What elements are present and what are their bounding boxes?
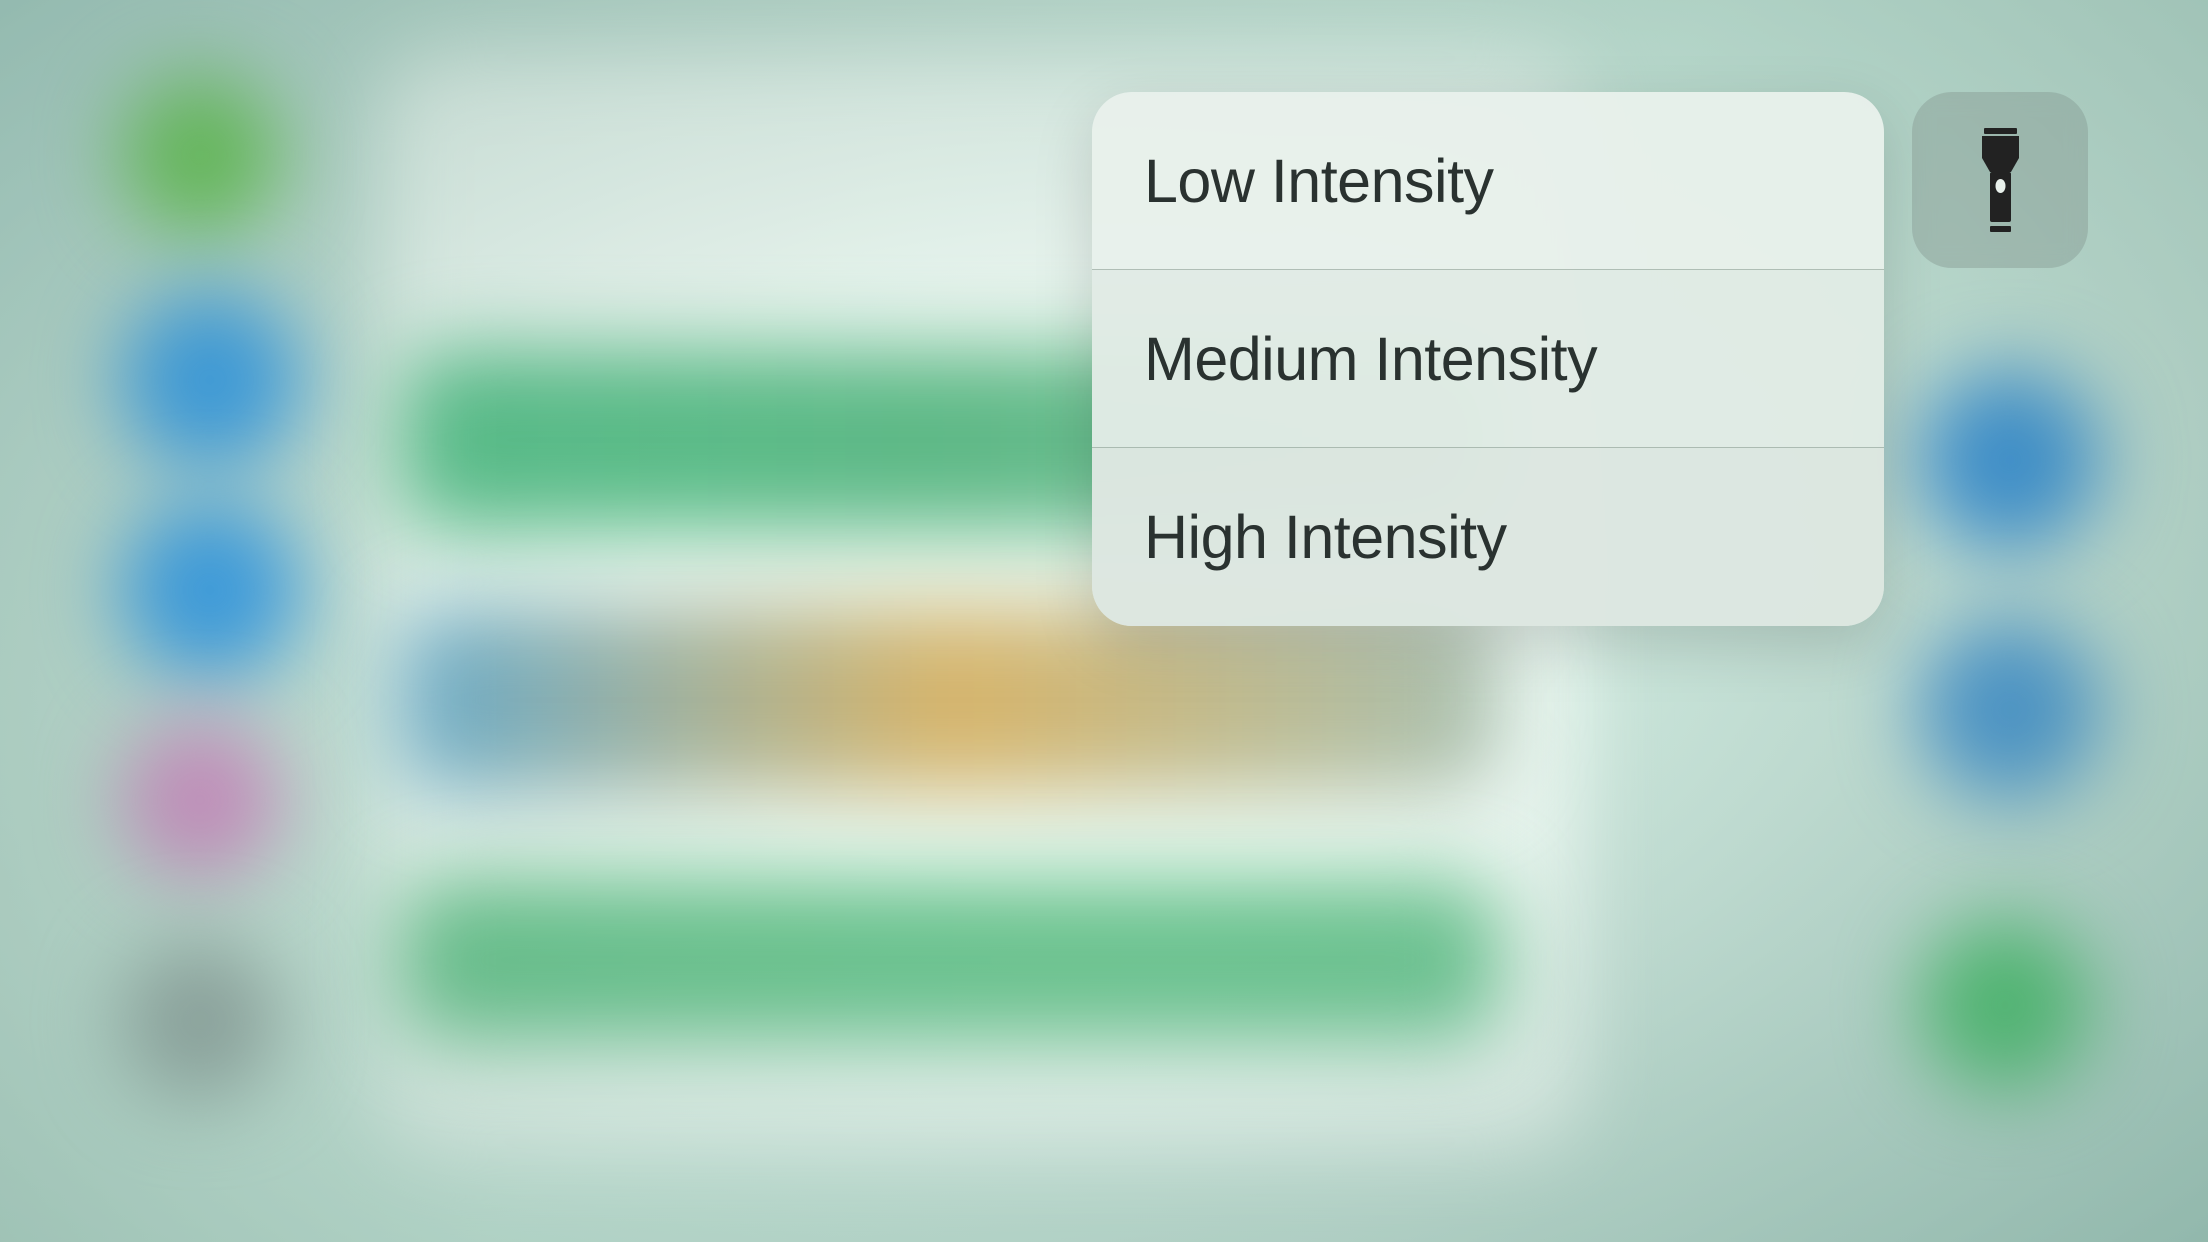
menu-item-label: High Intensity: [1144, 502, 1507, 572]
flashlight-icon: [1978, 128, 2023, 233]
menu-item-label: Medium Intensity: [1144, 324, 1597, 394]
menu-item-low-intensity[interactable]: Low Intensity: [1092, 92, 1884, 270]
menu-item-medium-intensity[interactable]: Medium Intensity: [1092, 270, 1884, 448]
flashlight-intensity-menu: Low Intensity Medium Intensity High Inte…: [1092, 92, 1884, 626]
menu-item-high-intensity[interactable]: High Intensity: [1092, 448, 1884, 626]
menu-item-label: Low Intensity: [1144, 146, 1494, 216]
flashlight-button[interactable]: [1912, 92, 2088, 268]
